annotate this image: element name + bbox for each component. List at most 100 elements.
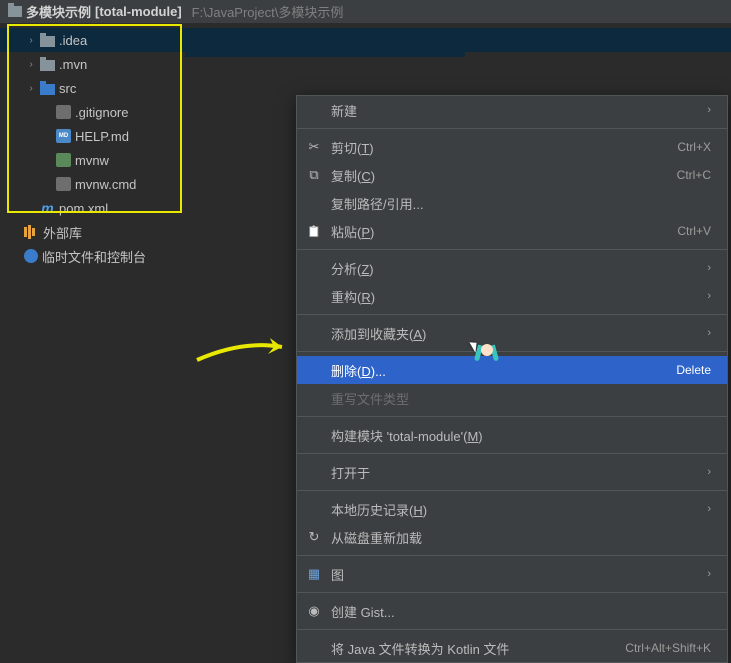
menu-item[interactable]: 分析(Z) › xyxy=(297,254,727,282)
menu-label: 复制(C) xyxy=(331,166,669,185)
menu-shortcut: Ctrl+V xyxy=(677,224,711,238)
menu-label: 删除(D)... xyxy=(331,361,668,380)
menu-icon-spacer xyxy=(305,325,323,341)
expand-spacer xyxy=(10,227,20,237)
menu-shortcut: Delete xyxy=(676,363,711,377)
expand-spacer xyxy=(26,203,36,213)
shell-icon xyxy=(56,153,71,167)
maven-icon: m xyxy=(40,201,55,215)
diagram-icon xyxy=(305,566,323,582)
titlebar: 多模块示例 [total-module] F:\JavaProject\多模块示… xyxy=(0,0,731,24)
menu-label: 剪切(T) xyxy=(331,138,669,157)
menu-item[interactable]: 重构(R) › xyxy=(297,282,727,310)
cmd-icon xyxy=(56,177,71,191)
expand-icon[interactable]: › xyxy=(26,59,36,69)
tree-label: .idea xyxy=(59,33,87,48)
gitignore-icon xyxy=(56,105,71,119)
menu-item[interactable]: 复制路径/引用... xyxy=(297,189,727,217)
expand-spacer xyxy=(42,131,52,141)
menu-item[interactable]: 图› xyxy=(297,560,727,588)
submenu-arrow-icon: › xyxy=(707,568,711,580)
menu-label: 图 xyxy=(331,565,699,584)
context-menu: 新建›剪切(T)Ctrl+X复制(C)Ctrl+C复制路径/引用...粘贴(P)… xyxy=(296,95,728,663)
menu-icon-spacer xyxy=(305,427,323,443)
scratch-icon xyxy=(24,249,38,263)
menu-item[interactable]: 删除(D)... Delete xyxy=(297,356,727,384)
menu-label: 重构(R) xyxy=(331,287,699,306)
menu-shortcut: Ctrl+X xyxy=(677,140,711,154)
menu-label: 复制路径/引用... xyxy=(331,194,711,213)
menu-label: 添加到收藏夹(A) xyxy=(331,324,699,343)
menu-item[interactable]: 从磁盘重新加载 xyxy=(297,523,727,551)
menu-label: 分析(Z) xyxy=(331,259,699,278)
menu-separator xyxy=(297,249,727,250)
menu-separator xyxy=(297,128,727,129)
expand-spacer xyxy=(10,251,20,261)
menu-separator xyxy=(297,453,727,454)
submenu-arrow-icon: › xyxy=(707,466,711,478)
menu-icon-spacer xyxy=(305,102,323,118)
module-name: [total-module] xyxy=(95,4,182,19)
submenu-arrow-icon: › xyxy=(707,503,711,515)
tree-label: pom.xml xyxy=(59,201,108,216)
menu-separator xyxy=(297,490,727,491)
tree-label: .gitignore xyxy=(75,105,128,120)
project-folder-icon xyxy=(8,6,22,17)
menu-item[interactable]: 创建 Gist... xyxy=(297,597,727,625)
menu-icon-spacer xyxy=(305,288,323,304)
project-name: 多模块示例 xyxy=(26,2,91,21)
folder-icon xyxy=(40,36,55,47)
menu-label: 打开于 xyxy=(331,463,699,482)
menu-separator xyxy=(297,592,727,593)
submenu-arrow-icon: › xyxy=(707,262,711,274)
menu-label: 粘贴(P) xyxy=(331,222,669,241)
menu-label: 创建 Gist... xyxy=(331,602,711,621)
menu-item[interactable]: 剪切(T) Ctrl+X xyxy=(297,133,727,161)
selection-bg xyxy=(185,28,465,57)
folder-src-icon xyxy=(40,84,55,95)
menu-icon-spacer xyxy=(305,464,323,480)
tree-label: 外部库 xyxy=(43,223,82,242)
tree-label: mvnw.cmd xyxy=(75,177,136,192)
menu-icon-spacer xyxy=(305,501,323,517)
menu-separator xyxy=(297,351,727,352)
tree-label: src xyxy=(59,81,76,96)
expand-spacer xyxy=(42,155,52,165)
library-icon xyxy=(24,225,39,239)
tree-label: HELP.md xyxy=(75,129,129,144)
menu-separator xyxy=(297,629,727,630)
expand-icon[interactable]: › xyxy=(26,83,36,93)
expand-spacer xyxy=(42,179,52,189)
copy-icon xyxy=(305,167,323,183)
menu-item[interactable]: 添加到收藏夹(A) › xyxy=(297,319,727,347)
menu-label: 从磁盘重新加载 xyxy=(331,528,711,547)
menu-icon-spacer xyxy=(305,390,323,406)
menu-item[interactable]: 打开于 › xyxy=(297,458,727,486)
menu-item[interactable]: 复制(C)Ctrl+C xyxy=(297,161,727,189)
menu-item: 重写文件类型 xyxy=(297,384,727,412)
tree-label: mvnw xyxy=(75,153,109,168)
menu-separator xyxy=(297,314,727,315)
menu-icon-spacer xyxy=(305,195,323,211)
expand-icon[interactable]: › xyxy=(26,35,36,45)
menu-label: 重写文件类型 xyxy=(331,389,711,408)
paste-icon xyxy=(305,223,323,239)
menu-item[interactable]: 粘贴(P) Ctrl+V xyxy=(297,217,727,245)
menu-separator xyxy=(297,416,727,417)
submenu-arrow-icon: › xyxy=(707,327,711,339)
tree-label: .mvn xyxy=(59,57,87,72)
menu-label: 新建 xyxy=(331,101,699,120)
menu-item[interactable]: 将 Java 文件转换为 Kotlin 文件Ctrl+Alt+Shift+K xyxy=(297,634,727,662)
menu-item[interactable]: 本地历史记录(H)› xyxy=(297,495,727,523)
menu-icon-spacer xyxy=(305,362,323,378)
arrow-annotation xyxy=(192,335,292,365)
menu-item[interactable]: 构建模块 'total-module'(M) xyxy=(297,421,727,449)
scissors-icon xyxy=(305,139,323,155)
markdown-icon: MD xyxy=(56,129,71,143)
menu-icon-spacer xyxy=(305,640,323,656)
folder-icon xyxy=(40,60,55,71)
tree-label: 临时文件和控制台 xyxy=(42,247,146,266)
menu-label: 将 Java 文件转换为 Kotlin 文件 xyxy=(331,639,617,658)
menu-item[interactable]: 新建› xyxy=(297,96,727,124)
submenu-arrow-icon: › xyxy=(707,290,711,302)
